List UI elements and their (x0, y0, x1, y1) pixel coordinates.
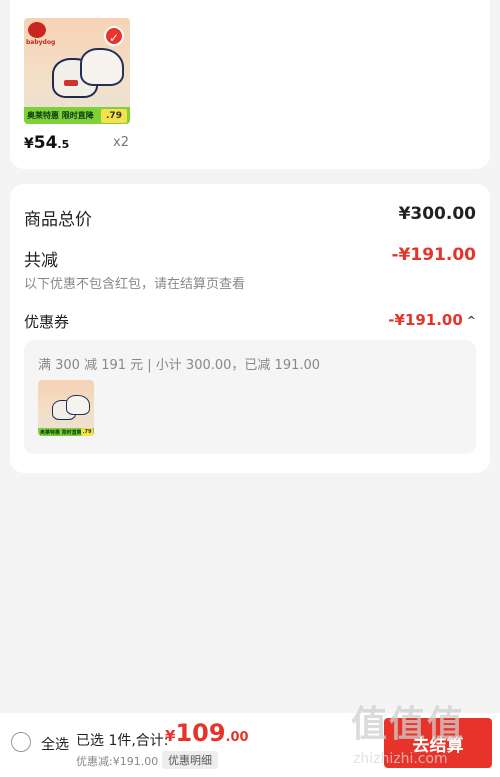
total-price-label: 商品总价 (24, 210, 92, 230)
selected-count-text: 已选 1件,合计: (76, 733, 169, 749)
shoe-accent (64, 80, 78, 86)
site-watermark: 值值值 zhizhizhi.com (345, 695, 495, 777)
product-quantity: x2 (113, 135, 129, 150)
coupon-label: 优惠券 (24, 313, 70, 331)
watermark-url: zhizhizhi.com (353, 751, 448, 767)
discount-detail-button[interactable]: 优惠明细 (162, 751, 218, 769)
grand-total-integer: 109 (175, 719, 226, 747)
price-decimal: .5 (57, 138, 70, 151)
select-all-label[interactable]: 全选 (41, 734, 69, 754)
total-price-value: ¥300.00 (398, 204, 476, 224)
price-integer: 54 (33, 133, 58, 153)
order-summary-card: 商品总价 ¥300.00 共减 -¥191.00 以下优惠不包含红包，请在结算页… (10, 184, 490, 473)
discount-note: 以下优惠不包含红包，请在结算页查看 (24, 277, 246, 292)
promo-price-tag: .79 (101, 109, 127, 123)
select-all-radio[interactable] (11, 732, 31, 752)
shoe-graphic (66, 395, 90, 415)
brand-logo-text: babydog (26, 39, 56, 46)
grand-total-decimal: .00 (225, 730, 249, 745)
price-currency: ¥ (24, 136, 34, 152)
coupon-detail-text: 满 300 减 191 元 | 小计 300.00，已减 191.00 (38, 358, 321, 373)
product-card: babydog ✓ 奥莱特惠 限时直降 .79 ¥54.5 x2 (10, 0, 490, 169)
coupon-toggle[interactable]: -¥191.00 ^ (388, 311, 476, 329)
selected-check-icon: ✓ (104, 26, 124, 46)
promo-strip-text: 奥莱特惠 限时直降 (27, 111, 94, 120)
coupon-value: -¥191.00 (388, 311, 463, 329)
product-thumbnail[interactable]: babydog ✓ 奥莱特惠 限时直降 .79 (24, 18, 130, 124)
watermark-logo: 值值值 (351, 704, 466, 745)
product-price: ¥54.5 (24, 133, 69, 153)
promo-price-tag: .79 (81, 428, 93, 436)
shoe-graphic (80, 48, 124, 86)
discount-amount: 优惠减:¥191.00 (76, 755, 159, 768)
total-reduction-label: 共减 (24, 251, 58, 271)
chevron-up-icon: ^ (466, 313, 476, 327)
grand-total-currency: ¥ (165, 727, 176, 745)
total-reduction-value: -¥191.00 (391, 245, 477, 265)
promo-strip-text: 奥莱特惠 限时直降 (40, 429, 82, 436)
brand-logo-icon (28, 22, 46, 38)
grand-total: ¥109.00 (165, 719, 249, 747)
coupon-product-thumbnail: 奥莱特惠 限时直降 .79 (38, 380, 94, 436)
